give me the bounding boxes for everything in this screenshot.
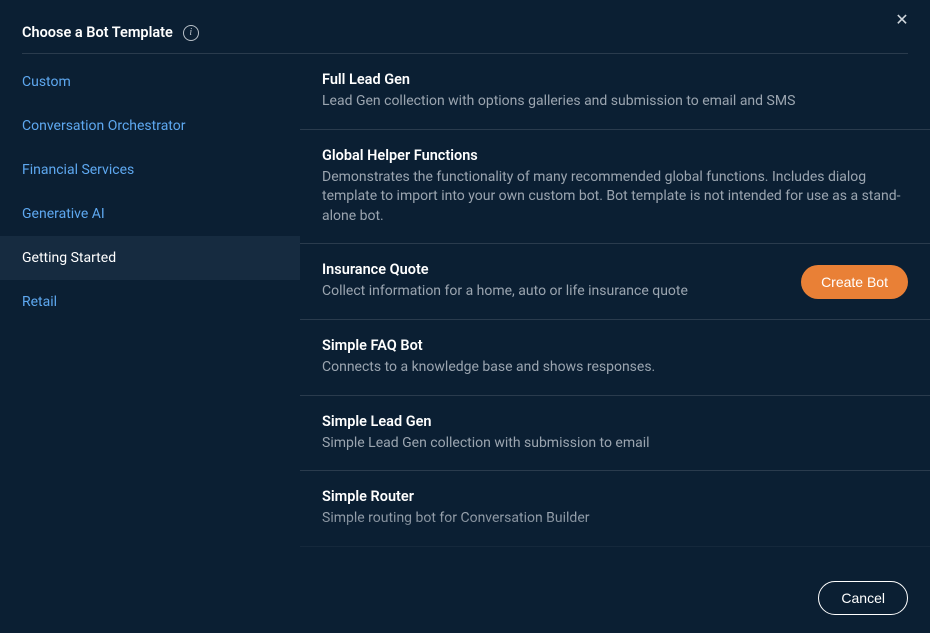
template-item-simple-router[interactable]: Simple Router Simple routing bot for Con… xyxy=(300,471,930,547)
template-item-global-helper-functions[interactable]: Global Helper Functions Demonstrates the… xyxy=(300,130,930,245)
sidebar-item-conversation-orchestrator[interactable]: Conversation Orchestrator xyxy=(0,104,300,148)
template-description: Simple Lead Gen collection with submissi… xyxy=(322,434,908,454)
template-text: Simple Lead Gen Simple Lead Gen collecti… xyxy=(322,413,908,454)
template-title: Simple Router xyxy=(322,488,908,505)
close-icon: ✕ xyxy=(895,12,908,28)
sidebar-item-label: Retail xyxy=(22,294,57,310)
template-text: Simple Router Simple routing bot for Con… xyxy=(322,488,908,529)
template-description: Connects to a knowledge base and shows r… xyxy=(322,358,908,378)
category-sidebar: Custom Conversation Orchestrator Financi… xyxy=(0,54,300,563)
template-item-simple-faq-bot[interactable]: Simple FAQ Bot Connects to a knowledge b… xyxy=(300,320,930,396)
template-description: Collect information for a home, auto or … xyxy=(322,282,785,302)
modal-header: Choose a Bot Template i xyxy=(0,0,930,53)
sidebar-item-label: Getting Started xyxy=(22,250,116,266)
template-text: Insurance Quote Collect information for … xyxy=(322,261,785,302)
template-title: Insurance Quote xyxy=(322,261,785,278)
modal-body: Custom Conversation Orchestrator Financi… xyxy=(0,54,930,563)
template-title: Global Helper Functions xyxy=(322,147,908,164)
template-text: Simple FAQ Bot Connects to a knowledge b… xyxy=(322,337,908,378)
bot-template-modal: ✕ Choose a Bot Template i Custom Convers… xyxy=(0,0,930,633)
template-text: Full Lead Gen Lead Gen collection with o… xyxy=(322,71,908,112)
sidebar-item-custom[interactable]: Custom xyxy=(0,60,300,104)
template-title: Full Lead Gen xyxy=(322,71,908,88)
create-bot-button[interactable]: Create Bot xyxy=(801,265,908,299)
sidebar-item-label: Generative AI xyxy=(22,206,105,222)
template-title: Simple FAQ Bot xyxy=(322,337,908,354)
template-item-simple-router-bot[interactable]: Simple Router Bot xyxy=(300,547,930,563)
info-icon[interactable]: i xyxy=(183,25,199,41)
template-text: Global Helper Functions Demonstrates the… xyxy=(322,147,908,227)
template-description: Simple routing bot for Conversation Buil… xyxy=(322,509,908,529)
template-description: Lead Gen collection with options galleri… xyxy=(322,92,908,112)
template-title: Simple Lead Gen xyxy=(322,413,908,430)
sidebar-item-label: Custom xyxy=(22,74,71,90)
template-list[interactable]: Full Lead Gen Lead Gen collection with o… xyxy=(300,54,930,563)
sidebar-item-retail[interactable]: Retail xyxy=(0,280,300,324)
sidebar-item-getting-started[interactable]: Getting Started xyxy=(0,236,300,280)
modal-footer: Cancel xyxy=(0,563,930,633)
close-button[interactable]: ✕ xyxy=(892,10,912,30)
sidebar-item-generative-ai[interactable]: Generative AI xyxy=(0,192,300,236)
sidebar-item-financial-services[interactable]: Financial Services xyxy=(0,148,300,192)
modal-title: Choose a Bot Template xyxy=(22,24,173,41)
template-item-simple-lead-gen[interactable]: Simple Lead Gen Simple Lead Gen collecti… xyxy=(300,396,930,472)
template-item-insurance-quote[interactable]: Insurance Quote Collect information for … xyxy=(300,244,930,320)
template-item-full-lead-gen[interactable]: Full Lead Gen Lead Gen collection with o… xyxy=(300,54,930,130)
template-list-inner: Full Lead Gen Lead Gen collection with o… xyxy=(300,54,930,563)
header-row: Choose a Bot Template i xyxy=(22,24,908,41)
template-description: Demonstrates the functionality of many r… xyxy=(322,168,908,227)
sidebar-item-label: Financial Services xyxy=(22,162,134,178)
cancel-button[interactable]: Cancel xyxy=(818,581,908,615)
sidebar-item-label: Conversation Orchestrator xyxy=(22,118,185,134)
